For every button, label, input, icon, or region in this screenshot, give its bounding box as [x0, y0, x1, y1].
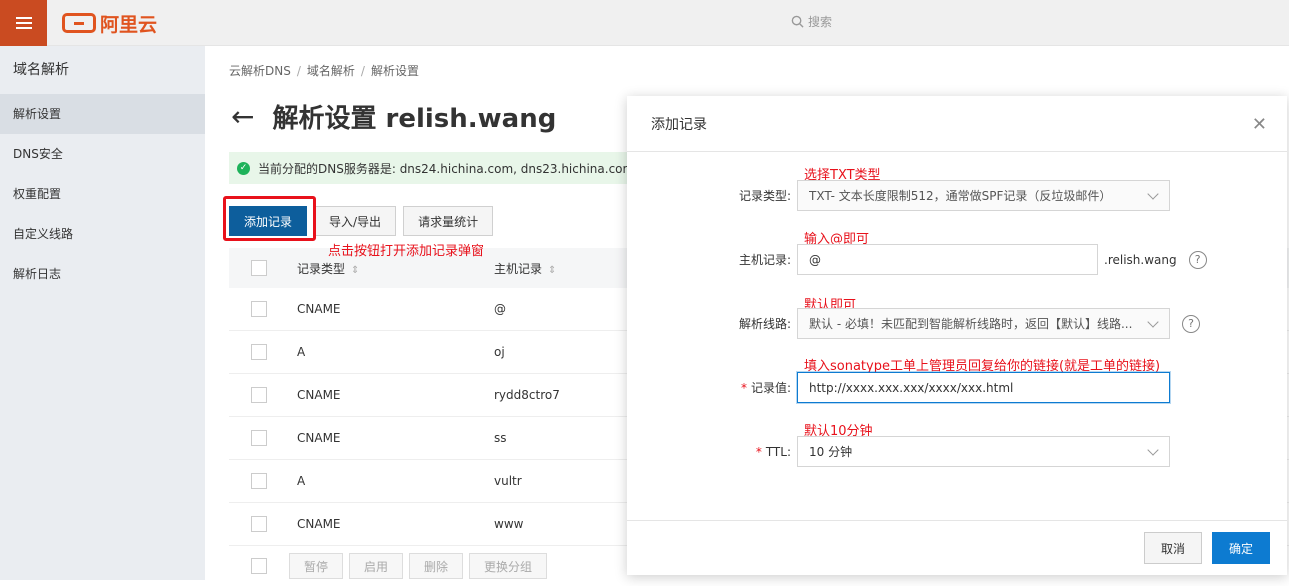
- check-circle-icon: ✓: [237, 161, 250, 175]
- row-checkbox[interactable]: [251, 430, 267, 446]
- sidebar-item-custom-lines[interactable]: 自定义线路: [0, 214, 205, 254]
- row-checkbox[interactable]: [251, 344, 267, 360]
- search-icon: [791, 15, 804, 28]
- top-bar: 阿里云 搜索: [0, 0, 1289, 46]
- resolve-line-select[interactable]: 默认 - 必填！未匹配到智能解析线路时，返回【默认】线路...: [797, 308, 1170, 339]
- confirm-button[interactable]: 确定: [1212, 532, 1271, 564]
- annotation-highlight-box: [223, 196, 316, 241]
- dialog-footer: 取消 确定: [627, 520, 1287, 575]
- domain-suffix: .relish.wang: [1104, 252, 1177, 267]
- dialog-header: 添加记录 ✕: [627, 96, 1287, 152]
- row-checkbox[interactable]: [251, 301, 267, 317]
- ttl-value: 10 分钟: [809, 445, 853, 459]
- aliyun-logo-icon: [62, 13, 96, 33]
- breadcrumb-item[interactable]: 云解析DNS: [229, 64, 291, 78]
- back-arrow-icon[interactable]: ←: [231, 102, 254, 131]
- brand-logo[interactable]: 阿里云: [62, 10, 157, 36]
- menu-icon[interactable]: [0, 0, 47, 46]
- record-value-label: * 记录值:: [740, 381, 791, 395]
- record-value-row: * 记录值: http://xxxx.xxx.xxx/xxxx/xxx.html: [627, 372, 1170, 403]
- record-type-label: 记录类型:: [738, 189, 791, 203]
- cell-type: A: [297, 474, 306, 488]
- row-checkbox[interactable]: [251, 516, 267, 532]
- footer-select-all-checkbox[interactable]: [251, 558, 267, 574]
- add-record-dialog: 添加记录 ✕ 选择TXT类型 记录类型: TXT- 文本长度限制512，通常做S…: [627, 96, 1287, 575]
- dns-server-notice: ✓ 当前分配的DNS服务器是: dns24.hichina.com, dns23…: [229, 152, 649, 184]
- cancel-button[interactable]: 取消: [1144, 532, 1203, 564]
- chevron-down-icon: [1147, 316, 1159, 328]
- cell-type: CNAME: [297, 388, 341, 402]
- cell-type: A: [297, 345, 306, 359]
- search-placeholder: 搜索: [808, 15, 833, 29]
- sidebar-item-weights[interactable]: 权重配置: [0, 174, 205, 214]
- record-value-text: http://xxxx.xxx.xxx/xxxx/xxx.html: [809, 380, 1014, 395]
- page-header: ← 解析设置 relish.wang: [231, 98, 556, 135]
- record-type-value: TXT- 文本长度限制512，通常做SPF记录（反垃圾邮件）: [809, 189, 1112, 203]
- sidebar: 域名解析 解析设置 DNS安全 权重配置 自定义线路 解析日志: [0, 46, 205, 580]
- row-checkbox[interactable]: [251, 387, 267, 403]
- host-record-input[interactable]: @: [797, 244, 1098, 275]
- help-icon[interactable]: ?: [1188, 250, 1207, 269]
- host-record-value: @: [809, 252, 821, 267]
- row-checkbox[interactable]: [251, 473, 267, 489]
- search-box[interactable]: 搜索: [791, 13, 832, 30]
- request-stats-button[interactable]: 请求量统计: [403, 206, 494, 236]
- breadcrumb-item[interactable]: 域名解析: [307, 64, 355, 78]
- record-value-input[interactable]: http://xxxx.xxx.xxx/xxxx/xxx.html: [797, 372, 1170, 403]
- ttl-select[interactable]: 10 分钟: [797, 436, 1170, 467]
- sort-icon[interactable]: ⇕: [351, 265, 359, 276]
- chevron-down-icon: [1147, 188, 1159, 200]
- page-title: 解析设置 relish.wang: [272, 104, 557, 134]
- ttl-row: * TTL: 10 分钟: [627, 436, 1170, 467]
- delete-button[interactable]: 删除: [409, 553, 464, 579]
- sidebar-item-logs[interactable]: 解析日志: [0, 254, 205, 294]
- enable-button[interactable]: 启用: [349, 553, 404, 579]
- breadcrumb-item: 解析设置: [370, 64, 419, 78]
- notice-text: 当前分配的DNS服务器是: dns24.hichina.com, dns23.h…: [258, 161, 635, 176]
- sidebar-item-dns-settings[interactable]: 解析设置: [0, 94, 205, 134]
- help-icon[interactable]: ?: [1182, 314, 1200, 333]
- pause-button[interactable]: 暂停: [289, 553, 344, 579]
- cell-type: CNAME: [297, 431, 341, 445]
- resolve-line-value: 默认 - 必填！未匹配到智能解析线路时，返回【默认】线路...: [809, 317, 1133, 331]
- sidebar-title: 域名解析: [13, 62, 69, 78]
- record-type-row: 记录类型: TXT- 文本长度限制512，通常做SPF记录（反垃圾邮件）: [627, 180, 1170, 211]
- col-host-header: 主机记录: [494, 261, 543, 276]
- cell-type: CNAME: [297, 517, 341, 531]
- cell-type: CNAME: [297, 302, 341, 316]
- select-all-checkbox[interactable]: [251, 260, 267, 276]
- breadcrumb: 云解析DNS / 域名解析 / 解析设置: [229, 64, 419, 78]
- resolve-line-row: 解析线路: 默认 - 必填！未匹配到智能解析线路时，返回【默认】线路... ?: [627, 308, 1200, 339]
- resolve-line-label: 解析线路:: [738, 317, 791, 331]
- change-group-button[interactable]: 更换分组: [469, 553, 548, 579]
- chevron-down-icon: [1147, 444, 1159, 456]
- host-record-label: 主机记录:: [738, 253, 791, 267]
- annotation-add-hint: 点击按钮打开添加记录弹窗: [328, 244, 485, 259]
- close-icon[interactable]: ✕: [1252, 114, 1267, 135]
- sidebar-item-dns-security[interactable]: DNS安全: [0, 134, 205, 174]
- record-type-select[interactable]: TXT- 文本长度限制512，通常做SPF记录（反垃圾邮件）: [797, 180, 1170, 211]
- dialog-title: 添加记录: [651, 116, 707, 133]
- import-export-button[interactable]: 导入/导出: [314, 206, 397, 236]
- host-record-row: 主机记录: @ .relish.wang ?: [627, 244, 1207, 275]
- ttl-label: * TTL:: [755, 444, 791, 459]
- brand-name: 阿里云: [100, 13, 158, 36]
- col-type-header: 记录类型: [297, 261, 346, 276]
- sort-icon[interactable]: ⇕: [548, 265, 556, 276]
